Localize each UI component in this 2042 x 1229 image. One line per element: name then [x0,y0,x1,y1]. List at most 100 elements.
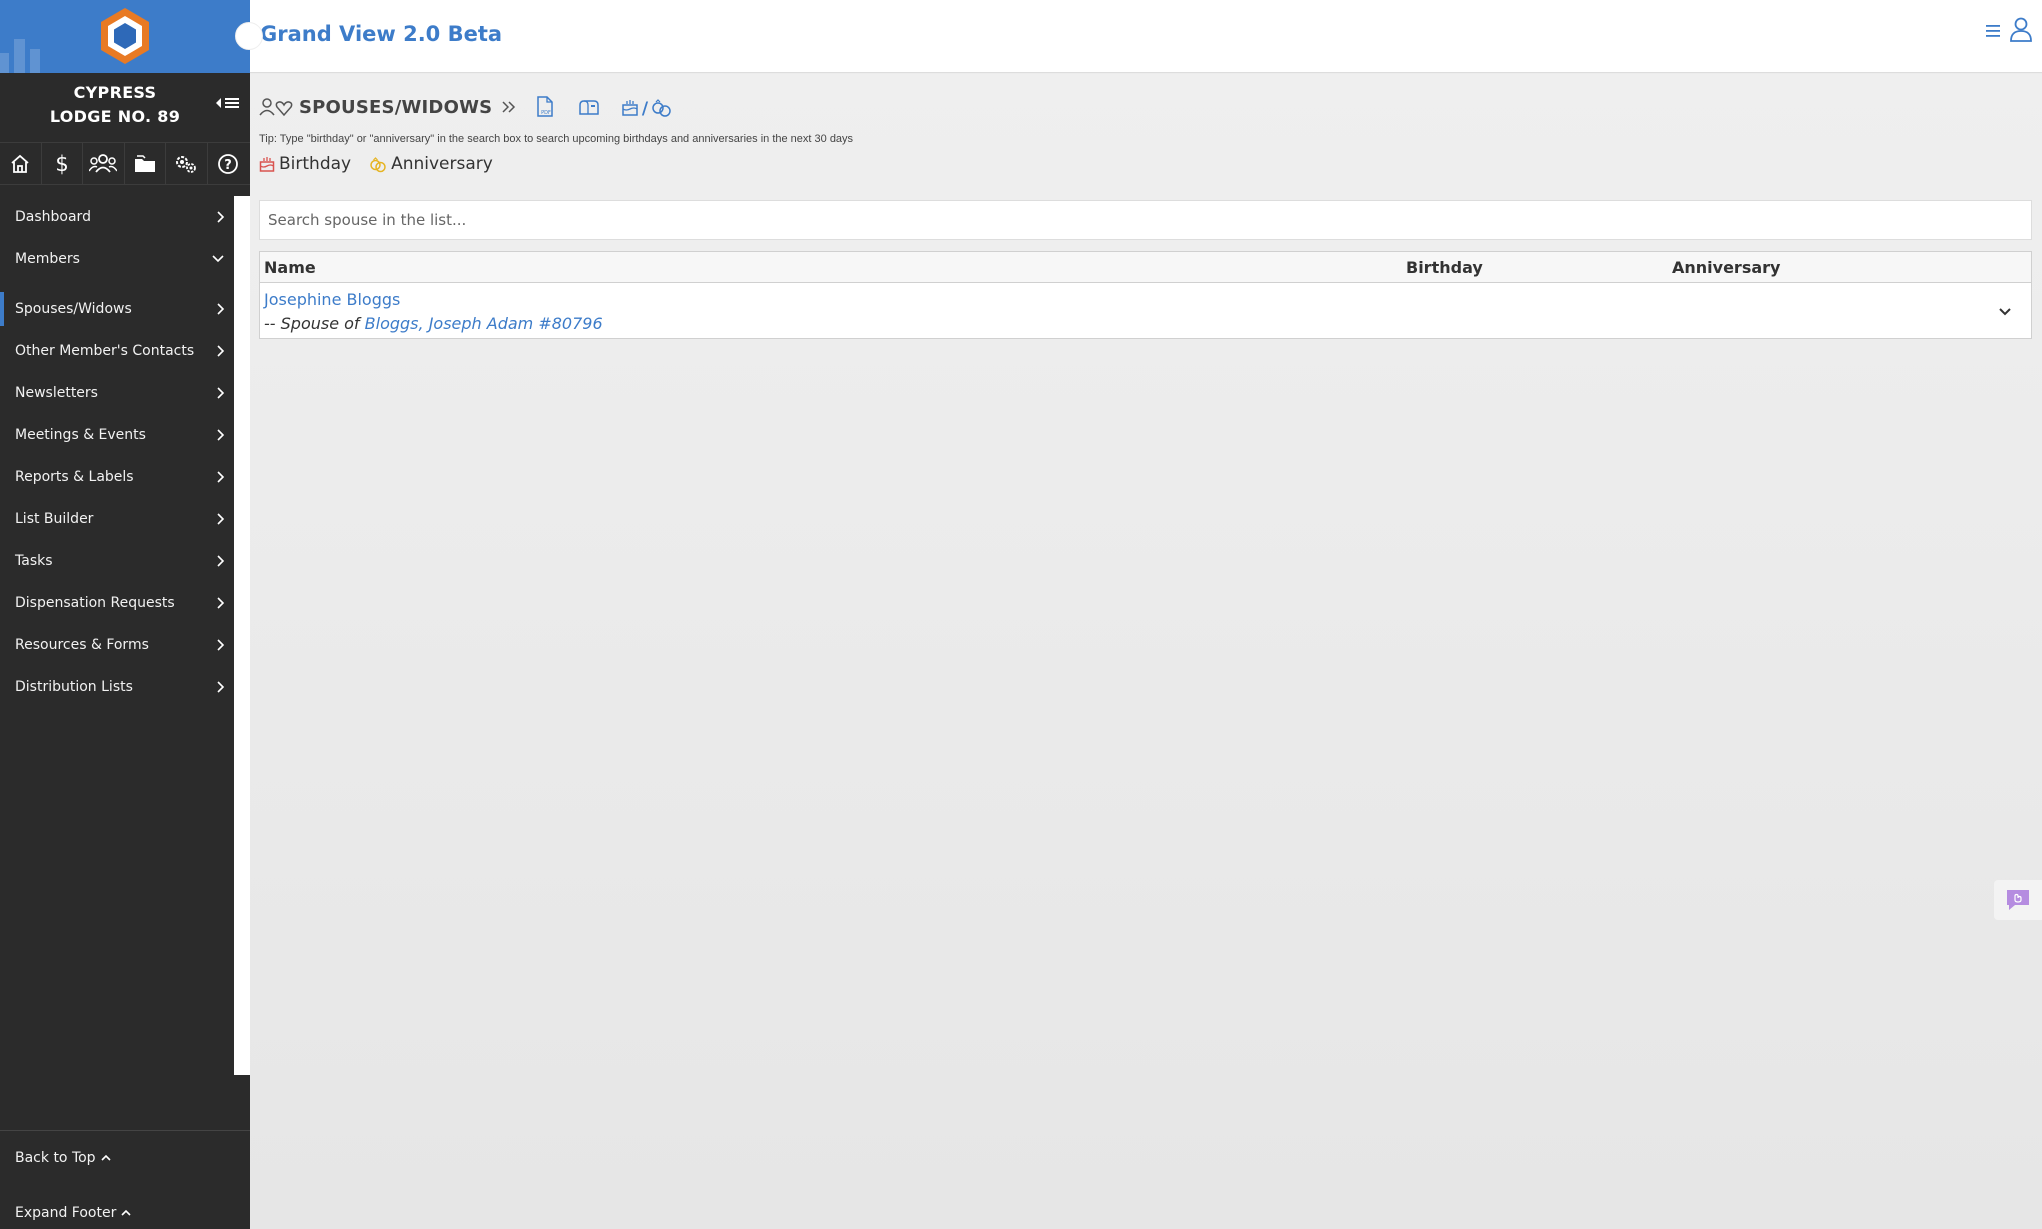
search-input[interactable] [259,200,2032,240]
spouse-of-prefix: -- Spouse of [264,314,365,333]
settings-gears-icon [176,155,197,173]
column-header-name[interactable]: Name [264,258,316,277]
legend-anniversary-label: Anniversary [391,154,493,174]
sidebar-item-label: Other Member's Contacts [15,343,195,359]
member-link[interactable]: Bloggs, Joseph Adam #80796 [365,314,603,333]
chevron-right-icon [217,471,225,483]
chevron-right-icon [217,555,225,567]
page-title: SPOUSES/WIDOWS [299,96,493,118]
dues-button[interactable]: $ [42,143,83,184]
chevron-right-icon [217,639,225,651]
logo-band [0,0,250,73]
hamburger-menu-icon[interactable] [1984,22,2002,40]
user-account-icon[interactable] [2009,16,2033,42]
lodge-logo-icon[interactable] [98,6,152,66]
chevron-up-icon [101,1154,111,1161]
settings-button[interactable] [166,143,208,184]
sidebar: CYPRESS LODGE NO. 89 $ ? Dashboard Membe… [0,0,250,1229]
chevron-right-icon [217,429,225,441]
chevron-down-icon [212,255,224,263]
back-to-top-link[interactable]: Back to Top [15,1150,112,1166]
sidebar-item-dispensation-requests[interactable]: Dispensation Requests [0,582,234,624]
chevron-down-icon[interactable] [1997,306,2013,318]
sidebar-item-label: Dashboard [15,209,91,225]
page-heading: SPOUSES/WIDOWS PDF / [259,93,676,121]
help-button[interactable]: ? [208,143,250,184]
sidebar-item-label: Members [15,251,80,267]
mailing-labels-button[interactable] [576,94,602,120]
table-row: Josephine Bloggs -- Spouse of Bloggs, Jo… [260,284,2031,338]
double-chevron-right-icon [502,101,516,113]
pdf-file-icon: PDF [537,96,554,117]
chevron-right-icon [217,597,225,609]
svg-text:$: $ [55,152,68,176]
sidebar-item-label: Resources & Forms [15,637,149,653]
sidebar-item-label: Tasks [15,553,53,569]
documents-button[interactable] [125,143,166,184]
sidebar-item-distribution-lists[interactable]: Distribution Lists [0,666,234,708]
sidebar-item-resources-forms[interactable]: Resources & Forms [0,624,234,666]
collapse-menu-icon [216,98,239,108]
spouses-table: Name Birthday Anniversary Josephine Blog… [259,251,2032,339]
expand-footer-link[interactable]: Expand Footer [15,1205,132,1221]
expand-footer-label: Expand Footer [15,1205,117,1221]
chevron-right-icon [217,681,225,693]
collapse-sidebar-button[interactable] [212,92,244,114]
legend: Birthday Anniversary [259,154,493,174]
legend-birthday: Birthday [259,154,351,174]
column-header-birthday[interactable]: Birthday [1406,258,1483,277]
birthday-anniversary-filter-icon: / [622,99,672,118]
sidebar-item-newsletters[interactable]: Newsletters [0,372,234,414]
sidebar-item-label: Meetings & Events [15,427,146,443]
search-tip: Tip: Type "birthday" or "anniversary" in… [259,133,854,145]
home-button[interactable] [0,143,42,184]
lodge-name-line2: LODGE NO. 89 [49,107,181,126]
top-header: Grand View 2.0 Beta [250,0,2042,73]
folders-icon [134,154,155,172]
app-title: Grand View 2.0 Beta [260,22,503,46]
sidebar-item-label: Spouses/Widows [15,301,132,317]
svg-text:PDF: PDF [541,110,551,116]
sidebar-item-label: Distribution Lists [15,679,133,695]
sidebar-item-members[interactable]: Members [0,238,234,280]
column-header-anniversary[interactable]: Anniversary [1672,258,1780,277]
upcoming-dates-button[interactable]: / [620,94,676,120]
export-pdf-button[interactable]: PDF [532,94,558,120]
sidebar-item-spouses-widows[interactable]: Spouses/Widows [0,288,234,330]
sidebar-nav: Dashboard Members Spouses/Widows Other M… [0,196,234,708]
sidebar-item-label: Newsletters [15,385,98,401]
feedback-button[interactable] [1994,880,2042,920]
members-button[interactable] [83,143,125,184]
sidebar-icon-row: $ ? [0,142,250,185]
spouse-of-text: -- Spouse of Bloggs, Joseph Adam #80796 [264,314,603,333]
sidebar-item-label: Reports & Labels [15,469,134,485]
sidebar-toggle-knob[interactable] [235,22,263,50]
back-to-top-label: Back to Top [15,1150,96,1166]
legend-birthday-label: Birthday [279,154,352,174]
sidebar-item-label: List Builder [15,511,94,527]
spouse-heart-icon [259,98,293,117]
sidebar-footer: Back to Top Expand Footer [0,1130,250,1221]
nav-scrollbar[interactable] [234,196,250,1075]
feedback-chat-icon [2007,890,2029,910]
home-icon [11,154,29,173]
chevron-right-icon [217,387,225,399]
chevron-right-icon [217,303,225,315]
lodge-name: CYPRESS LODGE NO. 89 [0,81,230,129]
spouse-name-link[interactable]: Josephine Bloggs [264,290,400,309]
chevron-right-icon [217,513,225,525]
help-icon: ? [218,153,239,174]
sidebar-item-dashboard[interactable]: Dashboard [0,196,234,238]
table-header: Name Birthday Anniversary [260,252,2031,283]
sidebar-item-reports-labels[interactable]: Reports & Labels [0,456,234,498]
lodge-name-line1: CYPRESS [73,83,157,102]
svg-text:?: ? [224,158,232,173]
members-group-icon [89,153,118,173]
sidebar-item-other-member-contacts[interactable]: Other Member's Contacts [0,330,234,372]
dollar-icon: $ [55,152,68,176]
chevron-right-icon [217,211,225,223]
sidebar-item-list-builder[interactable]: List Builder [0,498,234,540]
sidebar-item-meetings-events[interactable]: Meetings & Events [0,414,234,456]
main-content: SPOUSES/WIDOWS PDF / Tip: Type "birthday… [250,74,2042,1229]
sidebar-item-tasks[interactable]: Tasks [0,540,234,582]
